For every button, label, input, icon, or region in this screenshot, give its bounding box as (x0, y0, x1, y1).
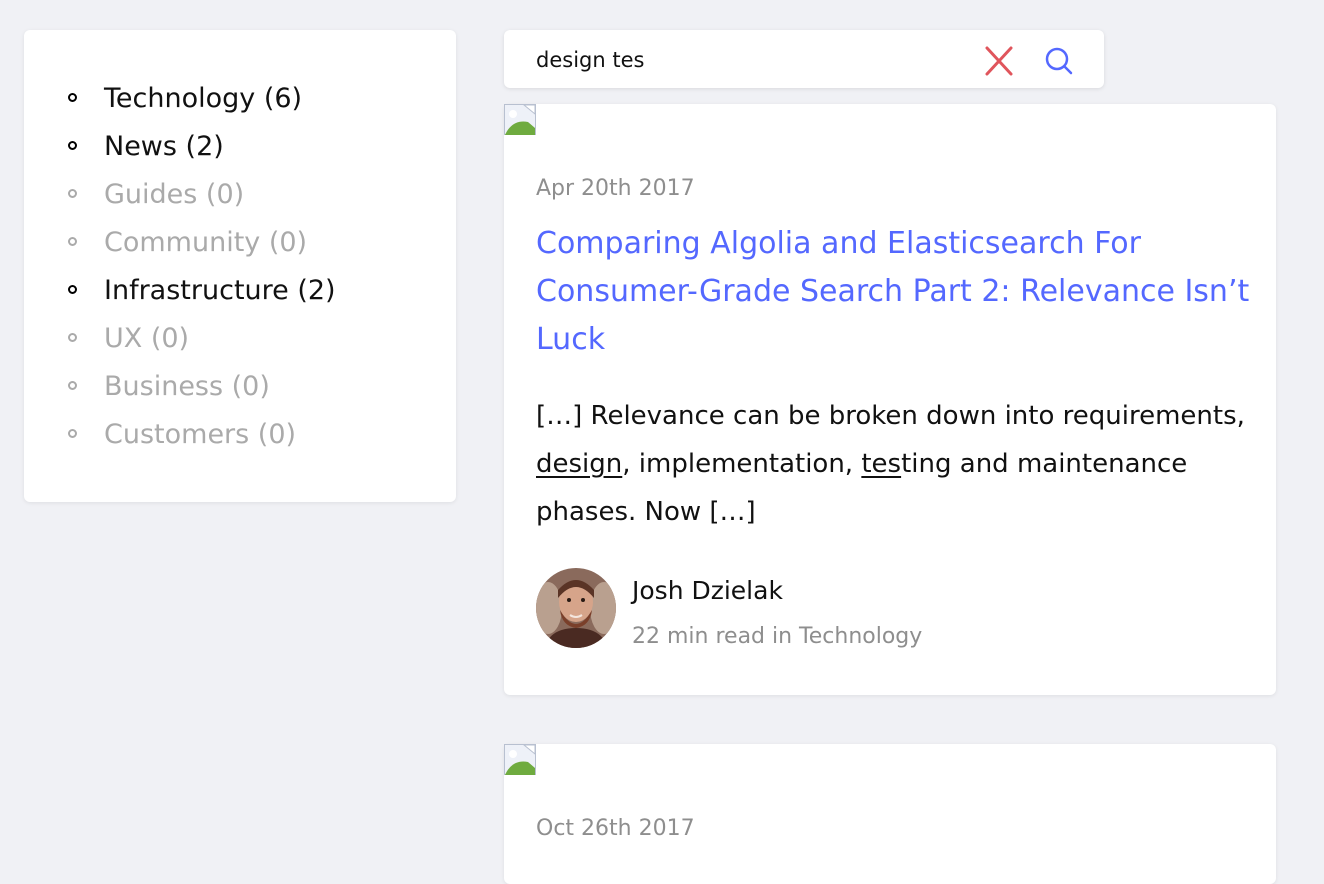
highlight-match: tes (861, 449, 902, 479)
post-date: Oct 26th 2017 (536, 816, 695, 841)
avatar-image (536, 568, 616, 648)
post-date: Apr 20th 2017 (536, 176, 695, 201)
category-label: Guides (0) (104, 179, 245, 210)
category-label: Customers (0) (104, 419, 297, 450)
post-excerpt: […] Relevance can be broken down into re… (536, 392, 1256, 536)
bullet-icon (68, 381, 77, 390)
search-icon (1045, 47, 1073, 75)
result-card: Oct 26th 2017 (504, 744, 1276, 884)
bullet-icon (68, 141, 77, 150)
broken-image-icon (504, 104, 536, 135)
excerpt-text: , implementation, (622, 449, 862, 479)
excerpt-text: […] Relevance can be broken down into re… (536, 401, 1245, 431)
category-item-news[interactable]: News (2) (24, 127, 456, 175)
category-item-business[interactable]: Business (0) (24, 367, 456, 415)
category-item-guides[interactable]: Guides (0) (24, 175, 456, 223)
post-title-link[interactable]: Comparing Algolia and Elasticsearch For … (536, 220, 1256, 364)
category-label: Infrastructure (2) (104, 275, 336, 306)
author-name[interactable]: Josh Dzielak (632, 576, 783, 605)
bullet-icon (68, 285, 77, 294)
author-avatar[interactable] (536, 568, 616, 648)
search-button[interactable] (1040, 44, 1078, 78)
bullet-icon (68, 93, 77, 102)
search-input[interactable] (536, 44, 966, 76)
category-label: Technology (6) (104, 83, 303, 114)
close-icon (985, 46, 1013, 76)
category-item-infrastructure[interactable]: Infrastructure (2) (24, 271, 456, 319)
result-card: Apr 20th 2017 Comparing Algolia and Elas… (504, 104, 1276, 695)
bullet-icon (68, 189, 77, 198)
highlight-match: design (536, 449, 623, 479)
category-label: Community (0) (104, 227, 308, 258)
category-list: Technology (6) News (2) Guides (0) Commu… (24, 79, 456, 463)
read-time-meta: 22 min read in Technology (632, 624, 923, 649)
bullet-icon (68, 429, 77, 438)
category-label: UX (0) (104, 323, 190, 354)
category-item-ux[interactable]: UX (0) (24, 319, 456, 367)
category-label: News (2) (104, 131, 224, 162)
category-item-technology[interactable]: Technology (6) (24, 79, 456, 127)
bullet-icon (68, 237, 77, 246)
broken-image-icon (504, 744, 536, 775)
category-sidebar: Technology (6) News (2) Guides (0) Commu… (24, 30, 456, 502)
category-item-community[interactable]: Community (0) (24, 223, 456, 271)
category-label: Business (0) (104, 371, 270, 402)
bullet-icon (68, 333, 77, 342)
clear-search-button[interactable] (980, 44, 1018, 78)
category-item-customers[interactable]: Customers (0) (24, 415, 456, 463)
